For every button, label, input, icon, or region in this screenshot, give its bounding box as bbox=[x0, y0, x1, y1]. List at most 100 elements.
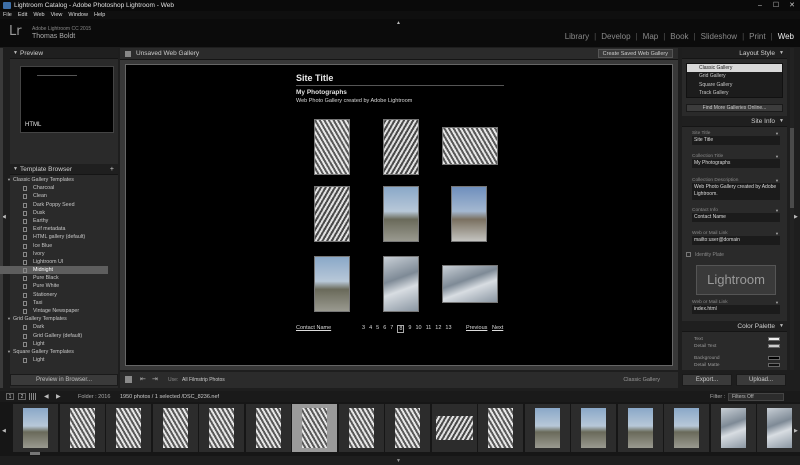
menu-file[interactable]: File bbox=[3, 11, 12, 19]
collection-description-input[interactable]: Web Photo Gallery created by Adobe Light… bbox=[692, 183, 780, 200]
preview-in-browser-button[interactable]: Preview in Browser... bbox=[10, 374, 118, 386]
page-number-link[interactable]: 11 bbox=[426, 325, 432, 333]
template-item[interactable]: Light bbox=[0, 356, 108, 364]
module-library[interactable]: Library bbox=[565, 32, 589, 41]
add-template-button[interactable]: + bbox=[110, 164, 114, 175]
site-title[interactable]: Site Title bbox=[296, 73, 333, 83]
right-panel-toggle-icon[interactable]: ▶ bbox=[794, 214, 798, 220]
contact-link[interactable]: Contact Name bbox=[296, 325, 331, 331]
color-palette-header[interactable]: Color Palette ▼ bbox=[682, 321, 787, 332]
collection-title[interactable]: My Photographs bbox=[296, 89, 347, 96]
page-number-link[interactable]: 8 bbox=[397, 325, 405, 333]
template-item[interactable]: Charcoal bbox=[0, 184, 108, 192]
upload-button[interactable]: Upload... bbox=[736, 374, 786, 386]
identity-plate-checkbox[interactable] bbox=[686, 252, 691, 258]
gallery-thumbnail[interactable] bbox=[314, 256, 350, 312]
create-saved-gallery-button[interactable]: Create Saved Web Gallery bbox=[597, 49, 673, 58]
template-item[interactable]: Ice Blue bbox=[0, 242, 108, 250]
export-button[interactable]: Export... bbox=[682, 374, 732, 386]
gallery-thumbnail[interactable] bbox=[442, 127, 498, 165]
filmstrip-thumbnail[interactable] bbox=[674, 408, 699, 448]
module-slideshow[interactable]: Slideshow bbox=[701, 32, 737, 41]
filmstrip-thumbnail[interactable] bbox=[534, 408, 560, 448]
module-web[interactable]: Web bbox=[778, 32, 794, 41]
filmstrip-thumbnail[interactable] bbox=[302, 408, 327, 448]
menu-web[interactable]: Web bbox=[33, 11, 44, 19]
filmstrip-thumbnail[interactable] bbox=[720, 408, 746, 448]
gallery-thumbnail[interactable] bbox=[383, 186, 419, 242]
color-swatch[interactable] bbox=[768, 337, 780, 341]
gallery-thumbnail[interactable] bbox=[451, 186, 487, 242]
color-swatch[interactable] bbox=[768, 344, 780, 348]
template-item[interactable]: Taxi bbox=[0, 299, 108, 307]
page-number-link[interactable]: 4 bbox=[369, 325, 372, 333]
style-track-gallery[interactable]: Track Gallery bbox=[687, 89, 782, 97]
dropdown-arrow-icon[interactable]: ▼ bbox=[775, 154, 779, 159]
page-number-link[interactable]: 12 bbox=[435, 325, 441, 333]
close-button[interactable]: ✕ bbox=[784, 0, 800, 11]
filmstrip-cell[interactable] bbox=[571, 404, 616, 452]
prev-arrow-icon[interactable]: ⇤ bbox=[140, 375, 146, 383]
filmstrip-cell[interactable] bbox=[524, 404, 570, 452]
template-item[interactable]: Grid Gallery (default) bbox=[0, 332, 108, 340]
filmstrip-scrollbar-thumb[interactable] bbox=[30, 452, 40, 455]
dropdown-arrow-icon[interactable]: ▼ bbox=[775, 300, 779, 305]
stop-icon[interactable] bbox=[125, 376, 132, 383]
gallery-thumbnail[interactable] bbox=[314, 186, 350, 242]
site-title-input[interactable]: Site Title bbox=[692, 136, 780, 145]
menu-help[interactable]: Help bbox=[94, 11, 105, 19]
filmstrip-cell[interactable] bbox=[199, 404, 244, 452]
template-folder[interactable]: ▼ Square Gallery Templates bbox=[0, 348, 108, 356]
menu-view[interactable]: View bbox=[51, 11, 63, 19]
identity-plate-toggle[interactable]: Identity Plate bbox=[686, 252, 724, 258]
filmstrip-thumbnail[interactable] bbox=[69, 408, 95, 448]
template-item[interactable]: Exif metadata bbox=[0, 225, 108, 233]
previous-link[interactable]: Previous bbox=[466, 325, 487, 331]
style-square-gallery[interactable]: Square Gallery bbox=[687, 81, 782, 89]
template-item[interactable]: Dusk bbox=[0, 209, 108, 217]
template-item[interactable]: Dark Poppy Seed bbox=[0, 201, 108, 209]
filmstrip-cell[interactable] bbox=[152, 404, 198, 452]
filmstrip-thumbnail[interactable] bbox=[116, 408, 141, 448]
next-arrow-icon[interactable]: ⇥ bbox=[152, 375, 158, 383]
find-more-galleries-button[interactable]: Find More Galleries Online... bbox=[686, 104, 783, 112]
filmstrip-thumbnail[interactable] bbox=[581, 408, 606, 448]
module-print[interactable]: Print bbox=[749, 32, 765, 41]
identity-link-input[interactable]: index.html bbox=[692, 305, 780, 314]
site-info-header[interactable]: Site Info ▼ bbox=[682, 116, 787, 127]
dropdown-arrow-icon[interactable]: ▼ bbox=[775, 208, 779, 213]
template-item[interactable]: Clean bbox=[0, 192, 108, 200]
template-browser-header[interactable]: ▼ Template Browser + bbox=[10, 164, 118, 175]
page-number-link[interactable]: 3 bbox=[362, 325, 365, 333]
filmstrip-cell[interactable] bbox=[338, 404, 384, 452]
filmstrip-cell[interactable] bbox=[13, 404, 58, 452]
filmstrip-thumbnail[interactable] bbox=[255, 408, 281, 448]
module-develop[interactable]: Develop bbox=[601, 32, 630, 41]
template-folder[interactable]: ▼ Classic Gallery Templates bbox=[0, 176, 108, 184]
filmstrip-cell[interactable] bbox=[617, 404, 663, 452]
template-item[interactable]: Pure White bbox=[0, 282, 108, 290]
color-swatch[interactable] bbox=[768, 356, 780, 360]
filmstrip-thumbnail[interactable] bbox=[209, 408, 234, 448]
filmstrip-cell[interactable] bbox=[431, 404, 477, 452]
bottom-panel-toggle-icon[interactable]: ▼ bbox=[396, 458, 401, 464]
filmstrip-thumbnail[interactable] bbox=[488, 408, 513, 448]
filmstrip-scroll-left-icon[interactable]: ◀ bbox=[2, 428, 6, 434]
color-swatch[interactable] bbox=[768, 363, 780, 367]
contact-info-input[interactable]: Contact Name bbox=[692, 213, 780, 222]
template-item[interactable]: Midnight bbox=[0, 266, 108, 275]
template-item[interactable]: Pure Black bbox=[0, 274, 108, 282]
scrollbar-thumb[interactable] bbox=[790, 128, 794, 208]
page-number-link[interactable]: 5 bbox=[376, 325, 379, 333]
dropdown-arrow-icon[interactable]: ▼ bbox=[775, 231, 779, 236]
filmstrip-cell[interactable] bbox=[292, 404, 337, 452]
filmstrip-thumbnail[interactable] bbox=[767, 408, 792, 448]
module-book[interactable]: Book bbox=[670, 32, 688, 41]
filter-dropdown[interactable]: Filters Off bbox=[728, 393, 784, 401]
module-map[interactable]: Map bbox=[643, 32, 659, 41]
next-link[interactable]: Next bbox=[492, 325, 503, 331]
right-panel-scrollbar[interactable] bbox=[790, 48, 794, 370]
filmstrip-cell[interactable] bbox=[664, 404, 709, 452]
page-number-link[interactable]: 9 bbox=[408, 325, 411, 333]
top-panel-toggle-icon[interactable]: ▲ bbox=[396, 20, 401, 26]
